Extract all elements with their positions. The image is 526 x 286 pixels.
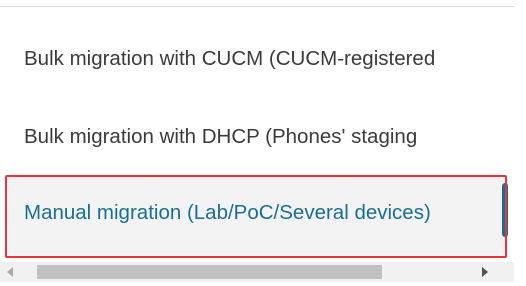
option-label: Bulk migration with DHCP (Phones' stagin… — [24, 125, 418, 148]
option-label: Manual migration (Lab/PoC/Several device… — [24, 201, 431, 224]
option-bulk-migration-dhcp[interactable]: Bulk migration with DHCP (Phones' stagin… — [0, 98, 514, 176]
selected-indicator-bar — [502, 183, 508, 237]
option-bulk-migration-cucm[interactable]: Bulk migration with CUCM (CUCM-registere… — [0, 20, 514, 98]
option-manual-migration[interactable]: Manual migration (Lab/PoC/Several device… — [6, 177, 508, 255]
scroll-right-arrow-icon[interactable] — [475, 262, 495, 282]
migration-option-list: Bulk migration with CUCM (CUCM-registere… — [0, 0, 514, 265]
horizontal-scrollbar[interactable] — [0, 262, 514, 282]
option-label: Bulk migration with CUCM (CUCM-registere… — [24, 47, 436, 70]
scroll-left-arrow-icon[interactable] — [0, 262, 20, 282]
scrollbar-thumb[interactable] — [37, 265, 382, 279]
